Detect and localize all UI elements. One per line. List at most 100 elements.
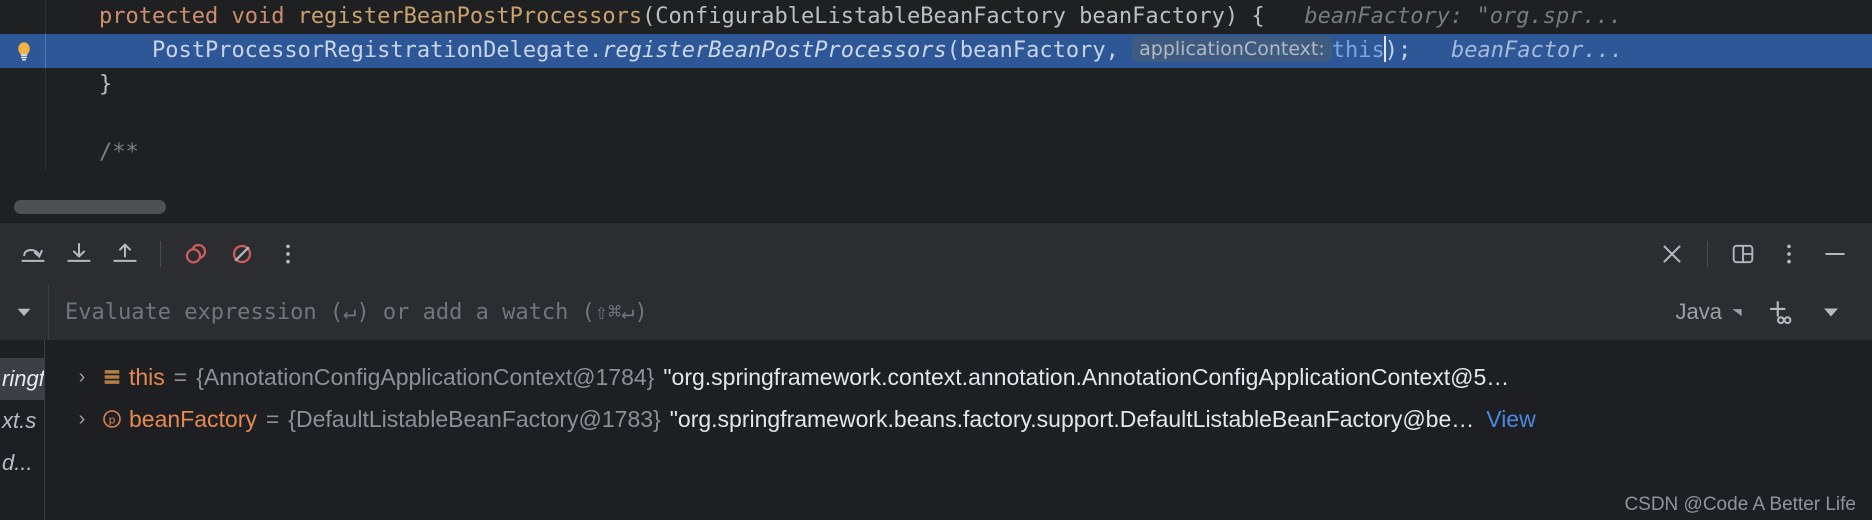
variables-list: › this = {AnnotationConfigApplicationCon… — [45, 340, 1872, 520]
code-line-close-brace-text: } — [46, 72, 113, 97]
code-editor[interactable]: protected void registerBeanPostProcessor… — [0, 0, 1872, 222]
view-breakpoints-button[interactable] — [173, 231, 219, 277]
code-line-current[interactable]: PostProcessorRegistrationDelegate.regist… — [0, 34, 1872, 68]
add-watch-button[interactable] — [1756, 289, 1802, 335]
variable-type: {DefaultListableBeanFactory@1783} — [288, 405, 661, 432]
frame-row[interactable]: d... — [0, 442, 44, 484]
call-method-name: registerBeanPostProcessors — [602, 38, 947, 63]
code-line-blank[interactable] — [0, 102, 1872, 136]
frame-row[interactable]: xt.s — [0, 400, 44, 442]
indent-2 — [46, 38, 152, 63]
expression-history-button[interactable] — [1808, 289, 1854, 335]
minimize-button[interactable] — [1812, 231, 1858, 277]
step-over-icon — [21, 249, 45, 262]
step-into-button[interactable] — [56, 231, 102, 277]
debugger-toolbar — [0, 222, 1872, 286]
toolbar-separator-2 — [1707, 241, 1708, 267]
chevron-down-icon — [17, 308, 31, 317]
layout-settings-button[interactable] — [1720, 231, 1766, 277]
mute-breakpoints-icon — [232, 244, 252, 264]
variable-name: this — [129, 363, 165, 390]
keyword-protected: protected — [98, 4, 219, 29]
view-value-link[interactable]: View — [1486, 406, 1535, 433]
space-3 — [1265, 4, 1305, 29]
code-line-current-text: PostProcessorRegistrationDelegate.regist… — [46, 34, 1623, 68]
minimize-icon — [1825, 253, 1845, 255]
variable-name: beanFactory — [129, 405, 257, 432]
call-arg-open: (beanFactory, — [946, 38, 1119, 63]
more-vertical-icon — [1787, 244, 1791, 264]
options-button[interactable] — [1766, 231, 1812, 277]
variable-equals: = — [265, 405, 280, 432]
editor-gutter[interactable] — [0, 0, 46, 34]
watermark: CSDN @Code A Better Life — [1624, 494, 1856, 515]
debugger-toolbar-left — [10, 223, 311, 285]
debugger-toolbar-right — [1649, 223, 1858, 285]
expand-chevron-icon[interactable]: › — [69, 366, 95, 389]
lightbulb-icon[interactable] — [13, 40, 35, 62]
expand-frames-button[interactable] — [0, 284, 49, 340]
keyword-this: this — [1331, 38, 1385, 63]
close-icon — [1663, 245, 1681, 263]
code-line-javadoc-text: /** — [46, 140, 139, 165]
close-button[interactable] — [1649, 231, 1695, 277]
step-over-button[interactable] — [10, 231, 56, 277]
editor-gutter-5[interactable] — [0, 136, 46, 170]
language-selector-label: Java — [1675, 299, 1722, 324]
svg-text:p: p — [109, 414, 116, 427]
method-params: (ConfigurableListableBeanFactory beanFac… — [642, 4, 1265, 29]
editor-horizontal-scrollbar-thumb[interactable] — [14, 200, 166, 214]
code-line-signature[interactable]: protected void registerBeanPostProcessor… — [0, 0, 1872, 34]
space-1 — [218, 4, 231, 29]
inlay-hint-beanfactory: beanFactory: "org.spr... — [1304, 4, 1623, 29]
toolbar-separator-1 — [160, 241, 161, 267]
more-options-button[interactable] — [265, 231, 311, 277]
variables-spacer — [45, 340, 1872, 356]
stack-frame-icon-svg — [104, 370, 120, 384]
more-vertical-icon — [286, 244, 290, 264]
code-line-javadoc[interactable]: /** — [0, 136, 1872, 170]
mute-breakpoints-button[interactable] — [219, 231, 265, 277]
parameter-icon: p — [95, 407, 129, 431]
editor-gutter-current[interactable] — [0, 34, 46, 68]
editor-horizontal-scrollbar[interactable] — [14, 200, 1858, 214]
step-out-icon — [113, 243, 137, 262]
inlay-hint-beanfactory-2: beanFactor... — [1451, 38, 1624, 63]
space-5 — [1411, 38, 1451, 63]
step-out-button[interactable] — [102, 231, 148, 277]
variable-row-beanfactory[interactable]: › p beanFactory = {DefaultListableBeanFa… — [45, 398, 1872, 440]
parameter-icon-svg: p — [103, 410, 121, 428]
space-2 — [284, 4, 297, 29]
evaluate-expression-bar: Evaluate expression (↵) or add a watch (… — [0, 284, 1872, 341]
keyword-void: void — [231, 4, 285, 29]
stack-frame-icon — [95, 366, 129, 388]
editor-gutter-4[interactable] — [0, 102, 46, 136]
call-arg-close: ); — [1384, 38, 1412, 63]
evaluate-bar-right: Java — [1670, 289, 1872, 335]
variable-value: "org.springframework.beans.factory.suppo… — [669, 405, 1475, 432]
layout-panel-icon — [1732, 244, 1754, 264]
frames-spacer — [0, 340, 44, 358]
variable-equals: = — [173, 363, 188, 390]
editor-gutter-3[interactable] — [0, 68, 46, 102]
code-line-close-brace[interactable]: } — [0, 68, 1872, 102]
evaluate-expression-input[interactable]: Evaluate expression (↵) or add a watch (… — [49, 284, 1670, 340]
debugger-window: protected void registerBeanPostProcessor… — [0, 0, 1872, 520]
expand-chevron-icon[interactable]: › — [69, 408, 95, 431]
breakpoints-icon — [185, 243, 207, 264]
variable-value: "org.springframework.context.annotation.… — [663, 363, 1510, 390]
add-watch-icon — [1769, 300, 1792, 325]
chevron-down-icon — [1824, 308, 1838, 317]
inlay-param-applicationcontext[interactable]: applicationContext: — [1132, 36, 1332, 62]
method-name: registerBeanPostProcessors — [297, 4, 643, 29]
frames-panel[interactable]: ringf xt.s d... — [0, 340, 45, 520]
space-4 — [1119, 38, 1132, 63]
code-line-signature-text: protected void registerBeanPostProcessor… — [46, 0, 1622, 34]
chevron-down-small-icon — [1732, 309, 1742, 317]
variables-panel: ringf xt.s d... › this = {AnnotationConf… — [0, 340, 1872, 520]
language-selector[interactable]: Java — [1670, 299, 1750, 325]
frame-row-selected[interactable]: ringf — [0, 358, 44, 400]
variable-row-this[interactable]: › this = {AnnotationConfigApplicationCon… — [45, 356, 1872, 398]
step-into-icon — [67, 243, 91, 262]
